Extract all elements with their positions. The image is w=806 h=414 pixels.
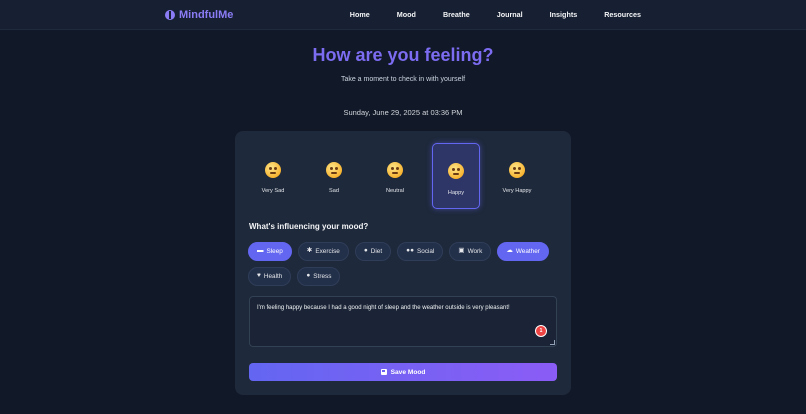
- tag-label: Work: [467, 248, 483, 255]
- very-happy-face-icon: [509, 162, 525, 178]
- tag-label: Social: [417, 248, 435, 255]
- nav-link-breathe[interactable]: Breathe: [443, 10, 470, 19]
- users-icon: ●●: [406, 247, 414, 255]
- brain-icon: ●: [306, 272, 311, 280]
- save-icon: [380, 369, 387, 375]
- nav-link-insights[interactable]: Insights: [550, 10, 578, 19]
- tag-health[interactable]: ♥ Health: [248, 267, 292, 286]
- tag-label: Diet: [370, 248, 383, 255]
- save-mood-button[interactable]: Save Mood: [249, 363, 557, 381]
- nav-link-journal[interactable]: Journal: [497, 10, 523, 19]
- tag-label: Stress: [313, 273, 332, 280]
- tag-label: Health: [263, 273, 283, 280]
- page-title: How are you feeling?: [312, 45, 494, 65]
- tag-exercise[interactable]: ✱ Exercise: [297, 242, 349, 261]
- mood-label: Very Happy: [502, 188, 532, 194]
- mood-option-very-sad[interactable]: Very Sad: [249, 143, 297, 209]
- tag-social[interactable]: ●● Social: [397, 242, 444, 261]
- mood-label: Very Sad: [261, 188, 285, 194]
- brand-name: MindfulMe: [179, 8, 234, 21]
- mood-option-happy[interactable]: Happy: [432, 143, 480, 209]
- mood-note-textarea[interactable]: I'm feeling happy because I had a good n…: [249, 296, 557, 347]
- page-subtitle: Take a moment to check in with yourself: [340, 76, 466, 83]
- influences-title: What's influencing your mood?: [249, 222, 369, 231]
- tag-sleep[interactable]: ▬ Sleep: [248, 242, 292, 261]
- tag-diet[interactable]: ● Diet: [354, 242, 392, 261]
- tag-label: Exercise: [315, 248, 340, 255]
- very-sad-face-icon: [265, 162, 281, 178]
- notification-badge: 1: [535, 325, 547, 337]
- apple-icon: ●: [363, 247, 368, 255]
- heart-icon: ♥: [257, 272, 261, 280]
- nav-link-resources[interactable]: Resources: [604, 10, 641, 19]
- mood-option-neutral[interactable]: Neutral: [371, 143, 419, 209]
- mood-label: Happy: [447, 190, 465, 196]
- bed-icon: ▬: [257, 247, 264, 255]
- tag-label: Weather: [515, 248, 540, 255]
- tag-stress[interactable]: ● Stress: [297, 267, 341, 286]
- mood-note-text: I'm feeling happy because I had a good n…: [257, 305, 510, 311]
- current-date: Sunday, June 29, 2025 at 03:36 PM: [343, 108, 463, 117]
- mood-label: Neutral: [385, 188, 405, 194]
- mood-card: Very Sad Sad Neutral Happy Very Happy Wh…: [235, 131, 571, 395]
- nav-link-home[interactable]: Home: [350, 10, 370, 19]
- brand-logo[interactable]: MindfulMe: [165, 9, 233, 21]
- mood-label: Sad: [329, 188, 339, 194]
- save-button-label: Save Mood: [390, 368, 426, 376]
- influence-tags: ▬ Sleep ✱ Exercise ● Diet ●● Social ▣ Work ☁ W…: [248, 242, 568, 286]
- running-icon: ✱: [306, 247, 313, 255]
- tag-weather[interactable]: ☁ Weather: [497, 242, 549, 261]
- nav-links: Home Mood Breathe Journal Insights Resou…: [350, 10, 641, 19]
- cloud-icon: ☁: [506, 247, 513, 255]
- brain-logo-icon: [165, 9, 175, 20]
- tag-label: Sleep: [266, 248, 283, 255]
- neutral-face-icon: [387, 162, 403, 178]
- briefcase-icon: ▣: [458, 247, 465, 255]
- mood-option-very-happy[interactable]: Very Happy: [493, 143, 541, 209]
- mood-option-sad[interactable]: Sad: [310, 143, 358, 209]
- tag-work[interactable]: ▣ Work: [449, 242, 492, 261]
- top-nav: MindfulMe Home Mood Breathe Journal Insi…: [0, 0, 806, 30]
- sad-face-icon: [326, 162, 342, 178]
- mood-selector: Very Sad Sad Neutral Happy Very Happy: [249, 143, 557, 209]
- happy-face-icon: [448, 163, 464, 179]
- nav-link-mood[interactable]: Mood: [397, 10, 416, 19]
- resize-handle-icon[interactable]: [550, 340, 555, 345]
